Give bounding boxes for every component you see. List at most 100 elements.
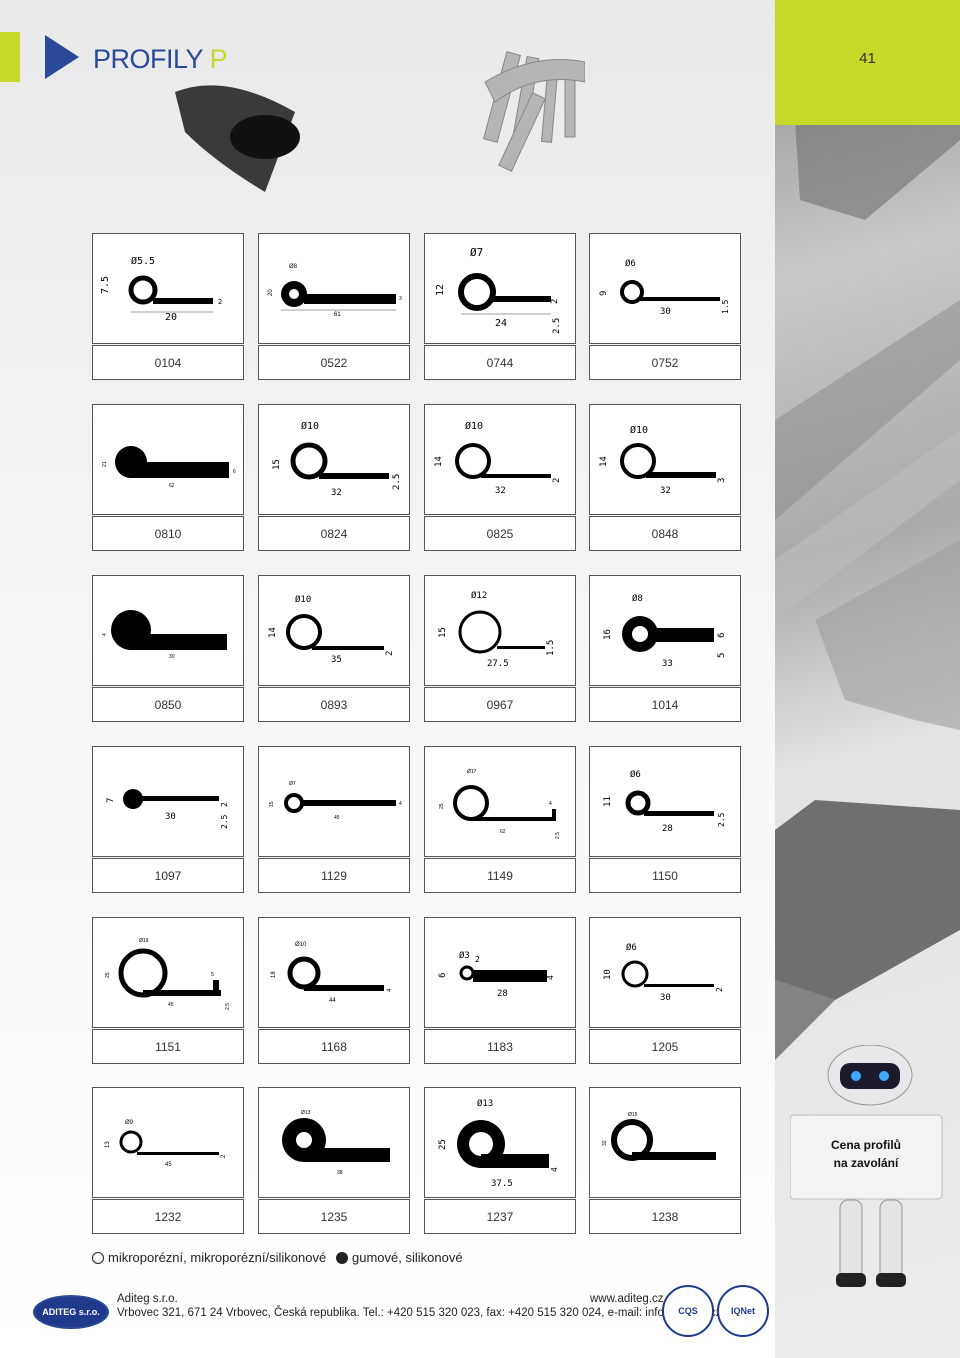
- profile-cell: Ø10 18 44 4 1168: [258, 917, 410, 1064]
- svg-text:62: 62: [500, 829, 506, 835]
- svg-text:7.5: 7.5: [100, 276, 111, 294]
- profile-drawing: Ø10 14 32 2: [424, 404, 576, 515]
- svg-text:2: 2: [552, 478, 562, 483]
- profile-drawing: 7 30 2 2.5: [92, 746, 244, 857]
- svg-text:Ø15: Ø15: [628, 1112, 638, 1118]
- svg-text:38: 38: [337, 1170, 343, 1176]
- svg-text:15: 15: [269, 801, 275, 807]
- profile-cell: Ø13 38 1235: [258, 1087, 410, 1234]
- header-accent-strip: [0, 32, 20, 82]
- svg-text:35: 35: [331, 655, 342, 665]
- svg-text:24: 24: [495, 318, 507, 329]
- svg-text:6: 6: [438, 973, 448, 978]
- svg-text:3: 3: [399, 296, 402, 302]
- iqnet-certificate-icon: IQNet: [717, 1285, 769, 1337]
- product-photos: [175, 51, 585, 192]
- svg-text:33: 33: [662, 659, 673, 669]
- svg-text:5: 5: [211, 972, 214, 978]
- svg-text:1.5: 1.5: [721, 299, 730, 314]
- svg-text:Ø6: Ø6: [625, 258, 636, 269]
- title-arrow-icon: [45, 35, 79, 79]
- legend-porous-label: mikroporézní, mikroporézní/silikonové: [108, 1250, 327, 1265]
- svg-text:12: 12: [435, 284, 446, 296]
- profile-cell: Ø10 14 35 2 0893: [258, 575, 410, 722]
- website-link[interactable]: www.aditeg.cz: [590, 1293, 664, 1305]
- svg-text:9: 9: [599, 291, 609, 296]
- profile-cell: Ø10 14 32 3 0848: [589, 404, 741, 551]
- profile-cell: 21 62 6 0810: [92, 404, 244, 551]
- svg-text:11: 11: [603, 796, 613, 807]
- svg-text:30: 30: [660, 307, 671, 317]
- profile-cell: Ø15 32 1238: [589, 1087, 741, 1234]
- svg-text:25: 25: [105, 972, 111, 978]
- profile-cell: Ø8 20 61 3 0522: [258, 233, 410, 380]
- svg-text:2: 2: [550, 299, 560, 304]
- profile-drawing: Ø6 9 30 1.5: [589, 233, 741, 344]
- svg-text:Ø6: Ø6: [626, 942, 637, 953]
- svg-text:2.5: 2.5: [392, 474, 402, 490]
- legend-porous: mikroporézní, mikroporézní/silikonové: [92, 1250, 326, 1265]
- profile-cell: Ø10 15 32 2.5 0824: [258, 404, 410, 551]
- profile-cell: Ø8 16 33 6 5 1014: [589, 575, 741, 722]
- profile-code: 0825: [424, 516, 576, 551]
- profile-code: 0824: [258, 516, 410, 551]
- svg-text:4: 4: [550, 1167, 559, 1172]
- sign-line1: Cena profilů: [831, 1138, 901, 1152]
- profile-cell: 4 30 0850: [92, 575, 244, 722]
- profile-cell: Ø5.5 7.5 20 2 0104: [92, 233, 244, 380]
- profile-drawing: Ø15 32: [589, 1087, 741, 1198]
- robot-mascot: Cena profilů na zavolání: [790, 1045, 943, 1287]
- profile-drawing: 4 30: [92, 575, 244, 686]
- svg-text:25: 25: [439, 803, 445, 809]
- profile-cell: 7 30 2 2.5 1097: [92, 746, 244, 893]
- svg-text:62: 62: [169, 483, 175, 489]
- profile-code: 0848: [589, 516, 741, 551]
- svg-text:2.5: 2.5: [717, 812, 726, 827]
- profile-code: 1205: [589, 1029, 741, 1064]
- svg-text:Ø7: Ø7: [470, 246, 483, 259]
- svg-text:30: 30: [169, 654, 175, 660]
- svg-text:2: 2: [220, 802, 229, 807]
- profile-code: 1149: [424, 858, 576, 893]
- profile-cell: Ø3 6 28 4 2 1183: [424, 917, 576, 1064]
- profile-code: 0893: [258, 687, 410, 722]
- legend-solid: gumové, silikonové: [336, 1250, 463, 1265]
- svg-text:Ø5.5: Ø5.5: [131, 255, 155, 267]
- legend-solid-label: gumové, silikonové: [352, 1250, 463, 1265]
- svg-text:Ø6: Ø6: [630, 769, 641, 780]
- svg-text:Ø10: Ø10: [295, 942, 307, 948]
- svg-text:14: 14: [434, 456, 444, 467]
- svg-text:4: 4: [546, 975, 555, 980]
- svg-text:2: 2: [385, 651, 395, 656]
- svg-text:45: 45: [168, 1002, 174, 1008]
- profile-cell: Ø6 10 30 2 1205: [589, 917, 741, 1064]
- profile-drawing: 21 62 6: [92, 404, 244, 515]
- svg-text:Ø12: Ø12: [471, 590, 487, 601]
- company-address: Vrbovec 321, 671 24 Vrbovec, Česká repub…: [117, 1307, 722, 1319]
- profile-code: 0522: [258, 345, 410, 380]
- svg-text:Ø13: Ø13: [301, 1110, 311, 1116]
- profile-code: 1238: [589, 1199, 741, 1234]
- svg-text:44: 44: [329, 998, 336, 1004]
- profile-code: 1129: [258, 858, 410, 893]
- svg-text:Ø8: Ø8: [632, 593, 643, 604]
- profile-cell: Ø7 15 45 4 1129: [258, 746, 410, 893]
- svg-text:16: 16: [603, 629, 613, 640]
- profile-cell: Ø9 13 45 2 1232: [92, 1087, 244, 1234]
- profile-drawing: Ø10 18 44 4: [258, 917, 410, 1028]
- svg-text:2.5: 2.5: [552, 318, 562, 334]
- profile-code: 1232: [92, 1199, 244, 1234]
- sign-line2: na zavolání: [834, 1156, 899, 1170]
- svg-text:Ø10: Ø10: [630, 424, 648, 436]
- profile-cell: Ø6 11 28 2.5 1150: [589, 746, 741, 893]
- profile-code: 1097: [92, 858, 244, 893]
- svg-text:Ø7: Ø7: [289, 781, 296, 787]
- profile-cell: Ø6 9 30 1.5 0752: [589, 233, 741, 380]
- svg-text:45: 45: [334, 815, 340, 821]
- profile-code: 0104: [92, 345, 244, 380]
- profile-code: 1183: [424, 1029, 576, 1064]
- profile-cell: Ø17 25 62 4 2.5 1149: [424, 746, 576, 893]
- profile-cell: Ø19 25 45 5 2.5 1151: [92, 917, 244, 1064]
- svg-text:Ø17: Ø17: [467, 769, 477, 775]
- svg-text:Ø10: Ø10: [465, 420, 483, 432]
